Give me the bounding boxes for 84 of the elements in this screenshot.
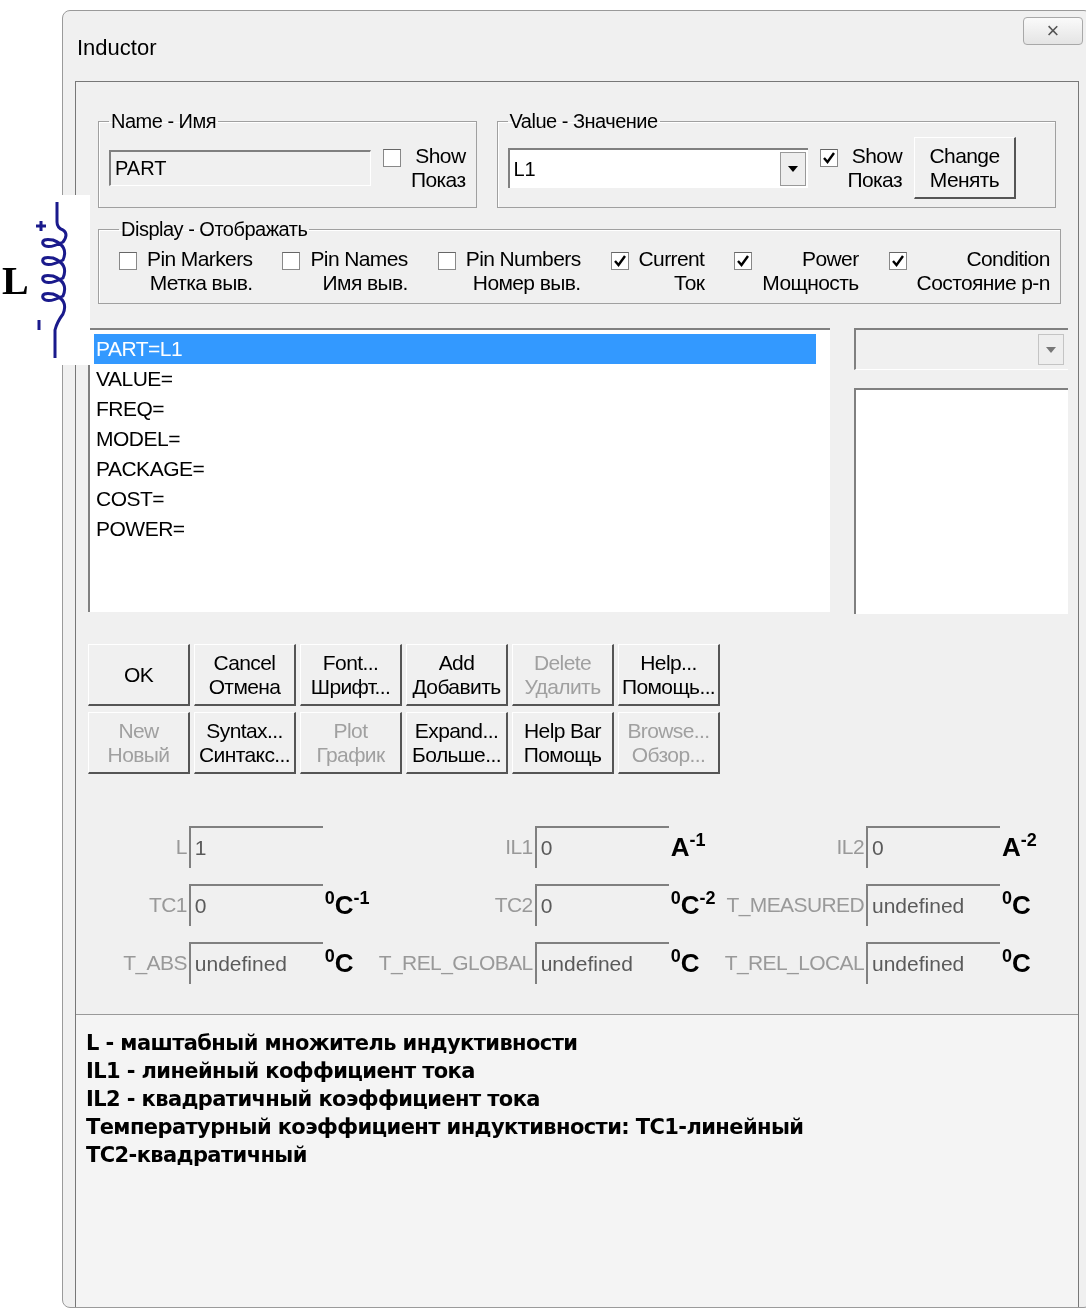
parameter-label: T_ABS — [123, 951, 187, 975]
unit-label: $^{0}$C — [1002, 890, 1031, 921]
help-text: IL1 - линейный коффициент тока — [86, 1058, 476, 1085]
checkbox[interactable] — [437, 252, 456, 270]
dialog-button[interactable]: Change Менять — [914, 137, 1016, 199]
check-icon — [737, 255, 750, 267]
check-icon — [613, 255, 626, 267]
unit-label: $^{0}$C$^{-1}$ — [324, 890, 370, 921]
dialog-button[interactable]: OK — [88, 644, 190, 706]
parameter-label: IL1 — [505, 835, 533, 859]
name-field[interactable]: PART — [109, 150, 371, 186]
dialog-button[interactable]: Add Добавить — [406, 644, 508, 706]
attribute-item[interactable]: POWER= — [94, 514, 816, 544]
parameter-field[interactable]: 0 — [866, 826, 1000, 868]
dialog-button[interactable]: Syntax... Синтакс... — [194, 712, 296, 774]
unit-label: A$^{-2}$ — [1002, 832, 1037, 863]
group-legend: Value - Значение — [507, 110, 660, 133]
group-legend: Display - Отображать — [119, 218, 310, 241]
checkbox[interactable] — [734, 252, 753, 270]
parameter-field[interactable]: 1 — [188, 826, 323, 868]
unit-label: $^{0}$C — [1002, 948, 1031, 979]
value-dropdown[interactable]: L1 — [507, 148, 808, 188]
show-label-translation: Показ — [847, 168, 902, 192]
symbol-letter: L — [2, 256, 29, 304]
option-label-translation: Имя выв. — [322, 271, 408, 295]
parameter-field[interactable]: undefined — [866, 884, 1000, 926]
show-label-translation: Показ — [411, 168, 466, 192]
option-label: Pin Names — [310, 247, 408, 271]
show-label: Show — [415, 144, 466, 168]
help-text: L - маштабный множитель индуктивности — [86, 1030, 579, 1057]
unit-label: $^{0}$C — [324, 948, 354, 979]
option-label-translation: Ток — [674, 271, 705, 295]
parameter-label: IL2 — [836, 835, 864, 859]
attribute-item[interactable]: MODEL= — [94, 424, 816, 454]
help-text: TC2-квадратичный — [86, 1142, 308, 1169]
option-label: Power — [802, 247, 859, 271]
dialog-button[interactable]: Help Bar Помощь — [512, 712, 614, 774]
option-label-translation: Состояние p-n — [916, 271, 1050, 295]
checkbox[interactable] — [819, 149, 838, 167]
unit-label: A$^{-1}$ — [670, 832, 706, 863]
option-label-translation: Мощность — [762, 271, 859, 295]
option-label-translation: Метка выв. — [149, 271, 253, 295]
checkbox[interactable] — [282, 252, 301, 270]
parameter-field[interactable]: undefined — [188, 942, 323, 984]
show-label: Show — [851, 144, 902, 168]
option-label: Current — [638, 247, 705, 271]
parameter-label: T_REL_LOCAL — [724, 951, 864, 975]
unit-label: $^{0}$C — [670, 948, 700, 979]
parameter-field[interactable]: 0 — [188, 884, 323, 926]
parameter-label: L — [175, 835, 187, 859]
attribute-item[interactable]: COST= — [94, 484, 816, 514]
group-legend: Name - Имя — [109, 110, 219, 133]
help-text: IL2 - квадратичный коэффициент тока — [86, 1086, 541, 1113]
attribute-item[interactable]: PACKAGE= — [94, 454, 816, 484]
parameter-field[interactable]: 0 — [534, 884, 669, 926]
check-icon — [822, 152, 835, 164]
parameter-label: T_MEASURED — [726, 893, 864, 917]
option-label: Pin Markers — [147, 247, 253, 271]
checkbox[interactable] — [119, 252, 137, 270]
parameter-field[interactable]: 0 — [534, 826, 669, 868]
parameter-field[interactable]: undefined — [534, 942, 669, 984]
dialog-button[interactable]: Expand... Больше... — [406, 712, 508, 774]
dialog-button[interactable]: Font... Шрифт... — [300, 644, 402, 706]
dropdown-arrow-icon — [786, 165, 799, 173]
close-button[interactable]: × — [1023, 17, 1083, 45]
attribute-item[interactable]: FREQ= — [94, 394, 816, 424]
attribute-item[interactable]: VALUE= — [94, 364, 816, 394]
parameter-field[interactable]: undefined — [866, 942, 1000, 984]
unit-label: $^{0}$C$^{-2}$ — [670, 890, 716, 921]
dropdown-arrow-icon — [1045, 345, 1057, 354]
check-icon — [891, 255, 904, 267]
dialog-button[interactable]: Help... Помощь... — [618, 644, 720, 706]
help-text: Температурный коэффициент индуктивности: TC1-линейный — [86, 1114, 805, 1141]
option-label: Pin Numbers — [465, 247, 581, 271]
checkbox[interactable] — [888, 252, 907, 270]
option-label-translation: Номер выв. — [472, 271, 581, 295]
window-title: Inductor — [77, 35, 157, 61]
parameter-label: TC1 — [148, 893, 187, 917]
parameter-label: TC2 — [494, 893, 533, 917]
checkbox[interactable] — [383, 149, 401, 167]
dialog-button[interactable]: Cancel Отмена — [194, 644, 296, 706]
checkbox[interactable] — [610, 252, 629, 270]
option-label: Condition — [966, 247, 1050, 271]
parameter-label: T_REL_GLOBAL — [378, 951, 533, 975]
